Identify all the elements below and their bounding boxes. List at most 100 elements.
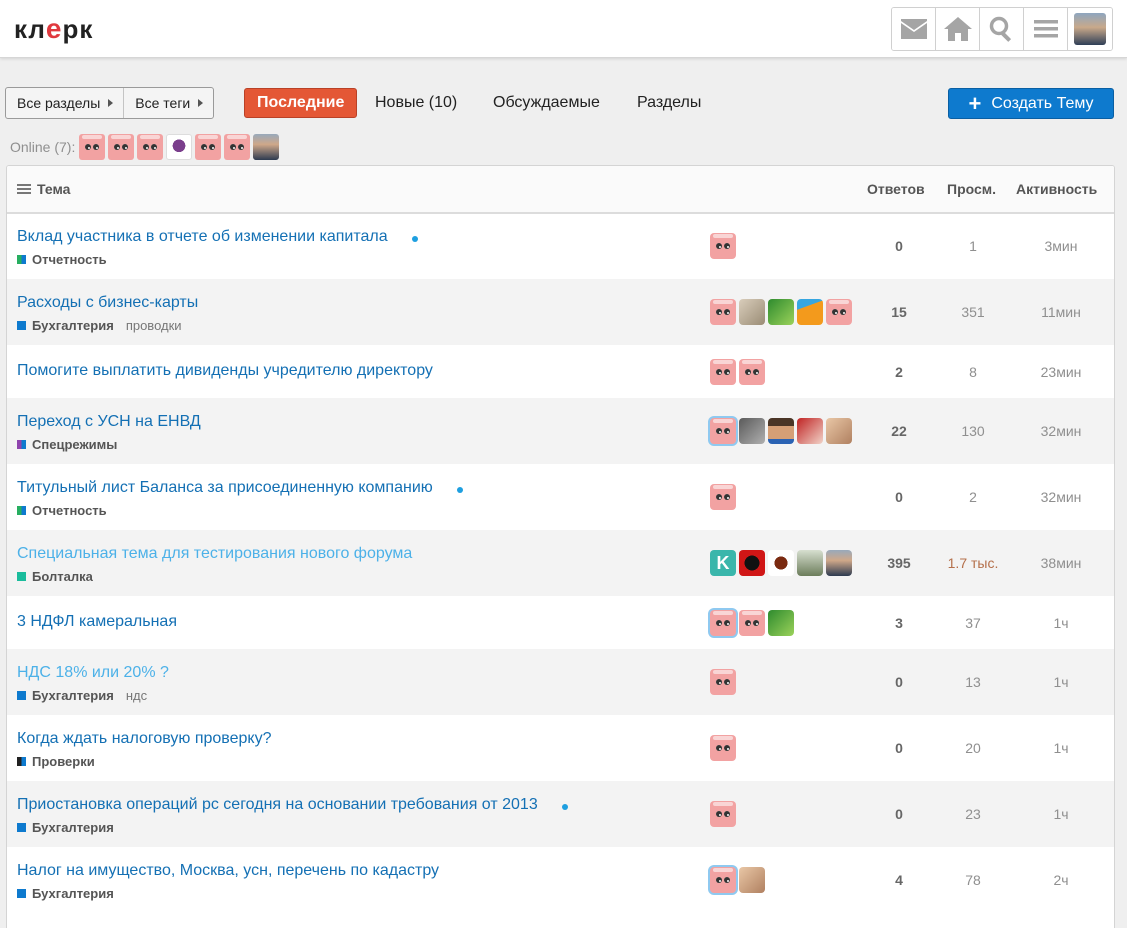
poster-avatar[interactable] — [710, 358, 736, 385]
poster-avatar[interactable] — [710, 669, 736, 695]
create-topic-button[interactable]: + Создать Тему — [948, 88, 1114, 119]
poster-avatar[interactable] — [739, 550, 765, 576]
activity-column-header[interactable]: Активность — [1016, 181, 1097, 197]
topic-title-link[interactable]: Вклад участника в отчете об изменении ка… — [17, 228, 388, 246]
poster-avatar[interactable]: K — [710, 550, 736, 576]
topic-title-link[interactable]: Титульный лист Баланса за присоединенную… — [17, 479, 433, 497]
topic-row[interactable]: Вклад участника в отчете об изменении ка… — [7, 213, 1114, 279]
tag-link[interactable]: ндс — [126, 688, 147, 703]
user-menu-button[interactable] — [1068, 8, 1112, 50]
category-link[interactable]: Бухгалтерия — [32, 820, 114, 835]
category-link[interactable]: Отчетность — [32, 252, 107, 267]
online-user-avatar[interactable] — [137, 134, 164, 160]
category-color-badge — [17, 691, 26, 700]
topic-row[interactable]: Когда ждать налоговую проверку? Проверки 0… — [7, 715, 1114, 781]
topic-title-link[interactable]: Помогите выплатить дивиденды учредителю … — [17, 362, 433, 380]
topic-title-link[interactable]: Налог на имущество, Москва, усн, перечен… — [17, 862, 439, 880]
poster-avatar[interactable] — [797, 550, 823, 576]
poster-avatar[interactable] — [768, 418, 794, 444]
activity-time[interactable]: 1ч — [1009, 674, 1113, 690]
poster-avatar[interactable] — [768, 550, 794, 576]
category-link[interactable]: Проверки — [32, 754, 95, 769]
topic-column-header[interactable]: Тема — [17, 181, 70, 197]
online-user-avatar[interactable] — [166, 134, 193, 160]
topic-title-link[interactable]: Приостановка операций рс сегодня на осно… — [17, 796, 538, 814]
home-button[interactable] — [936, 8, 980, 50]
poster-avatar[interactable] — [710, 484, 736, 510]
poster-avatar[interactable] — [797, 299, 823, 325]
tab-new[interactable]: Новые (10) — [375, 88, 457, 118]
topic-meta: Бухгалтерия ндс — [17, 688, 147, 703]
activity-time[interactable]: 38мин — [1009, 555, 1113, 571]
messages-button[interactable] — [892, 8, 936, 50]
poster-avatar[interactable] — [826, 550, 852, 576]
category-link[interactable]: Бухгалтерия — [32, 886, 114, 901]
tab-latest[interactable]: Последние — [244, 88, 358, 118]
activity-time[interactable]: 32мин — [1009, 489, 1113, 505]
poster-avatar[interactable] — [710, 867, 736, 893]
category-link[interactable]: Бухгалтерия — [32, 318, 114, 333]
poster-avatar[interactable] — [739, 609, 765, 636]
online-user-avatar[interactable] — [79, 134, 106, 160]
topic-title-link[interactable]: НДС 18% или 20% ? — [17, 664, 169, 682]
menu-button[interactable] — [1024, 8, 1068, 50]
poster-avatar[interactable] — [768, 299, 794, 325]
topic-row[interactable]: 3 НДФЛ камеральная 3 37 1ч — [7, 596, 1114, 649]
poster-avatar[interactable] — [826, 418, 852, 444]
online-user-avatar[interactable] — [224, 134, 251, 160]
tab-top[interactable]: Обсуждаемые — [493, 88, 600, 118]
topic-title-link[interactable]: Расходы с бизнес-карты — [17, 294, 198, 312]
poster-avatar[interactable] — [768, 609, 794, 636]
tag-link[interactable]: проводки — [126, 318, 182, 333]
activity-time[interactable]: 1ч — [1009, 740, 1113, 756]
poster-avatar[interactable] — [710, 299, 736, 325]
category-link[interactable]: Спецрежимы — [32, 437, 117, 452]
topic-title-link[interactable]: Когда ждать налоговую проверку? — [17, 730, 272, 748]
poster-avatar[interactable] — [739, 299, 765, 325]
topic-meta: Бухгалтерия — [17, 820, 114, 835]
site-logo[interactable]: кл e рк — [14, 12, 93, 46]
topic-row[interactable]: Титульный лист Баланса за присоединенную… — [7, 464, 1114, 530]
online-user-avatar[interactable] — [253, 134, 280, 160]
poster-avatar[interactable] — [826, 299, 852, 325]
poster-avatar[interactable] — [739, 867, 765, 893]
category-link[interactable]: Болталка — [32, 569, 93, 584]
activity-time[interactable]: 32мин — [1009, 423, 1113, 439]
online-user-avatar[interactable] — [108, 134, 135, 160]
category-color-badge — [17, 506, 26, 515]
activity-time[interactable]: 11мин — [1009, 304, 1113, 320]
topic-row[interactable]: Приостановка операций рс сегодня на осно… — [7, 781, 1114, 847]
online-user-avatar[interactable] — [195, 134, 222, 160]
category-dropdown[interactable]: Все разделы — [6, 88, 123, 118]
topic-row[interactable]: Налог на имущество, Москва, усн, перечен… — [7, 847, 1114, 913]
search-button[interactable] — [980, 8, 1024, 50]
poster-avatar[interactable] — [739, 418, 765, 444]
views-column-header[interactable]: Просм. — [947, 181, 996, 197]
poster-avatar[interactable] — [739, 358, 765, 385]
topic-title-link[interactable]: 3 НДФЛ камеральная — [17, 613, 177, 631]
topic-row[interactable]: Помогите выплатить дивиденды учредителю … — [7, 345, 1114, 398]
poster-avatar[interactable] — [710, 801, 736, 827]
poster-avatar[interactable] — [710, 233, 736, 259]
poster-avatar[interactable] — [710, 609, 736, 636]
topic-title-link[interactable]: Переход с УСН на ЕНВД — [17, 413, 201, 431]
category-link[interactable]: Бухгалтерия — [32, 688, 114, 703]
topic-row[interactable]: Переход с УСН на ЕНВД Спецрежимы 22 130 32ми… — [7, 398, 1114, 464]
activity-time[interactable]: 3мин — [1009, 238, 1113, 254]
topic-row[interactable]: Специальная тема для тестирования нового… — [7, 530, 1114, 596]
replies-column-header[interactable]: Ответов — [867, 181, 925, 197]
poster-avatar[interactable] — [797, 418, 823, 444]
topic-row[interactable]: Расходы с бизнес-карты Бухгалтерия проводк… — [7, 279, 1114, 345]
activity-time[interactable]: 1ч — [1009, 806, 1113, 822]
topic-title-link[interactable]: Специальная тема для тестирования нового… — [17, 545, 412, 563]
activity-time[interactable]: 1ч — [1009, 615, 1113, 631]
activity-time[interactable]: 2ч — [1009, 872, 1113, 888]
poster-avatar[interactable] — [710, 418, 736, 444]
poster-avatar[interactable] — [710, 735, 736, 761]
topic-row[interactable]: НДС 18% или 20% ? Бухгалтерия ндс 0 13 1ч — [7, 649, 1114, 715]
category-link[interactable]: Отчетность — [32, 503, 107, 518]
activity-time[interactable]: 23мин — [1009, 364, 1113, 380]
category-color-badge — [17, 757, 26, 766]
tag-dropdown[interactable]: Все теги — [123, 88, 213, 118]
tab-categories[interactable]: Разделы — [637, 88, 701, 118]
